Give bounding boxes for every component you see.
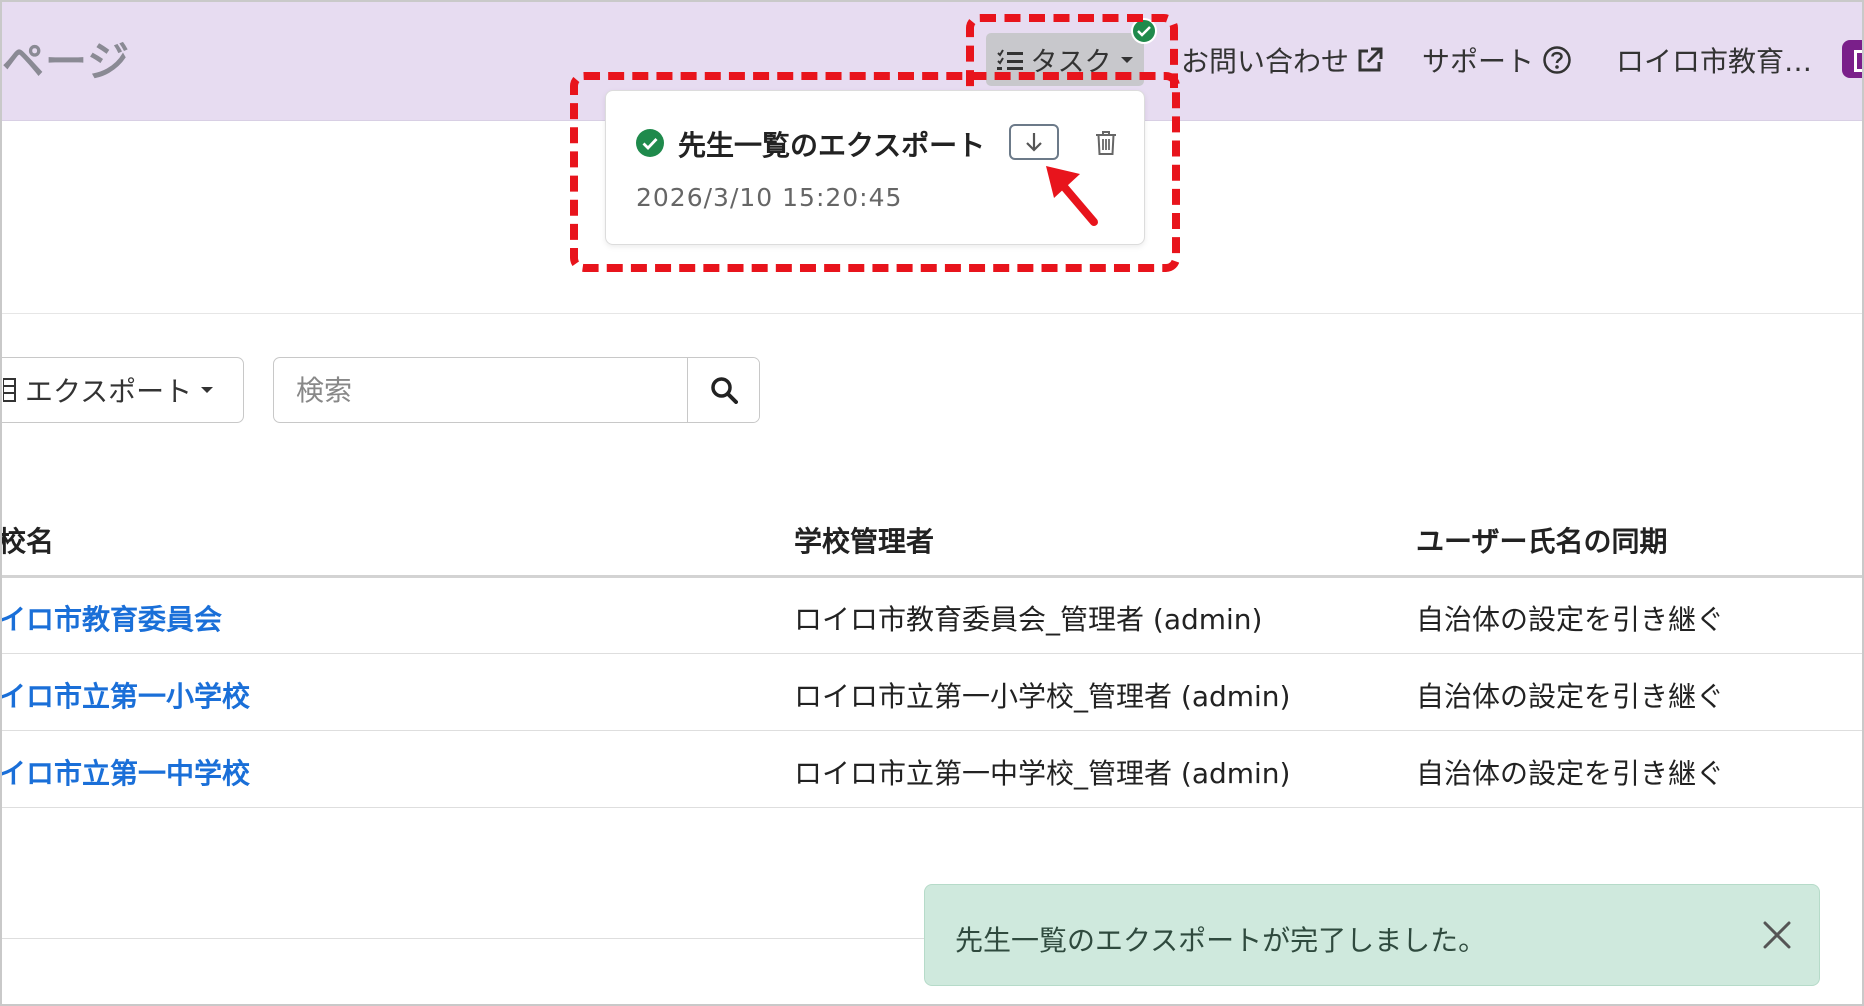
- app-window: ページ タスク お問い合わせ サポート ロイロ市教育… 先生一覧のエクスポート …: [0, 0, 1864, 1006]
- search-input[interactable]: [274, 358, 687, 422]
- row-divider: [2, 653, 1862, 654]
- caret-down-icon: [201, 387, 214, 393]
- table-header-divider: [2, 575, 1862, 578]
- column-header-name-sync[interactable]: ユーザー氏名の同期: [1416, 520, 1667, 560]
- list-icon: [3, 378, 16, 402]
- school-admin-cell: ロイロ市立第一小学校_管理者 (admin): [794, 680, 1291, 713]
- school-admin-cell: ロイロ市教育委員会_管理者 (admin): [794, 603, 1263, 636]
- name-sync-cell: 自治体の設定を引き継ぐ: [1416, 603, 1725, 636]
- toast-close-button[interactable]: [1757, 915, 1797, 955]
- pointer-arrow-icon: [1046, 166, 1098, 226]
- search-icon: [711, 377, 738, 404]
- export-dropdown-button[interactable]: エクスポート: [2, 357, 244, 423]
- school-name-link[interactable]: イロ市立第一中学校: [2, 752, 250, 792]
- section-divider: [2, 313, 1862, 314]
- row-divider: [2, 807, 1862, 808]
- close-icon: [1763, 921, 1791, 949]
- org-switcher[interactable]: ロイロ市教育…: [1616, 40, 1812, 80]
- success-toast: 先生一覧のエクスポートが完了しました。: [924, 884, 1820, 986]
- name-sync-cell: 自治体の設定を引き継ぐ: [1416, 680, 1725, 713]
- support-link[interactable]: サポート: [1422, 40, 1572, 80]
- export-label: エクスポート: [25, 375, 193, 408]
- name-sync-cell: 自治体の設定を引き継ぐ: [1416, 757, 1725, 790]
- org-label: ロイロ市教育…: [1616, 45, 1813, 78]
- contact-label: お問い合わせ: [1181, 45, 1350, 78]
- search-box: [273, 357, 760, 423]
- footer-divider: [2, 938, 932, 939]
- column-header-school-admin[interactable]: 学校管理者: [794, 520, 934, 560]
- toast-message: 先生一覧のエクスポートが完了しました。: [955, 924, 1487, 957]
- support-label: サポート: [1422, 45, 1535, 78]
- help-circle-icon: [1543, 46, 1571, 74]
- column-header-school-name[interactable]: 校名: [2, 520, 54, 560]
- school-name-link[interactable]: イロ市教育委員会: [2, 598, 222, 638]
- school-admin-cell: ロイロ市立第一中学校_管理者 (admin): [794, 757, 1291, 790]
- page-title: ページ: [2, 37, 131, 86]
- school-name-link[interactable]: イロ市立第一小学校: [2, 675, 250, 715]
- row-divider: [2, 730, 1862, 731]
- contact-link[interactable]: お問い合わせ: [1181, 40, 1383, 80]
- search-button[interactable]: [687, 358, 759, 422]
- external-link-icon: [1358, 47, 1383, 72]
- account-menu-icon[interactable]: [1842, 40, 1862, 78]
